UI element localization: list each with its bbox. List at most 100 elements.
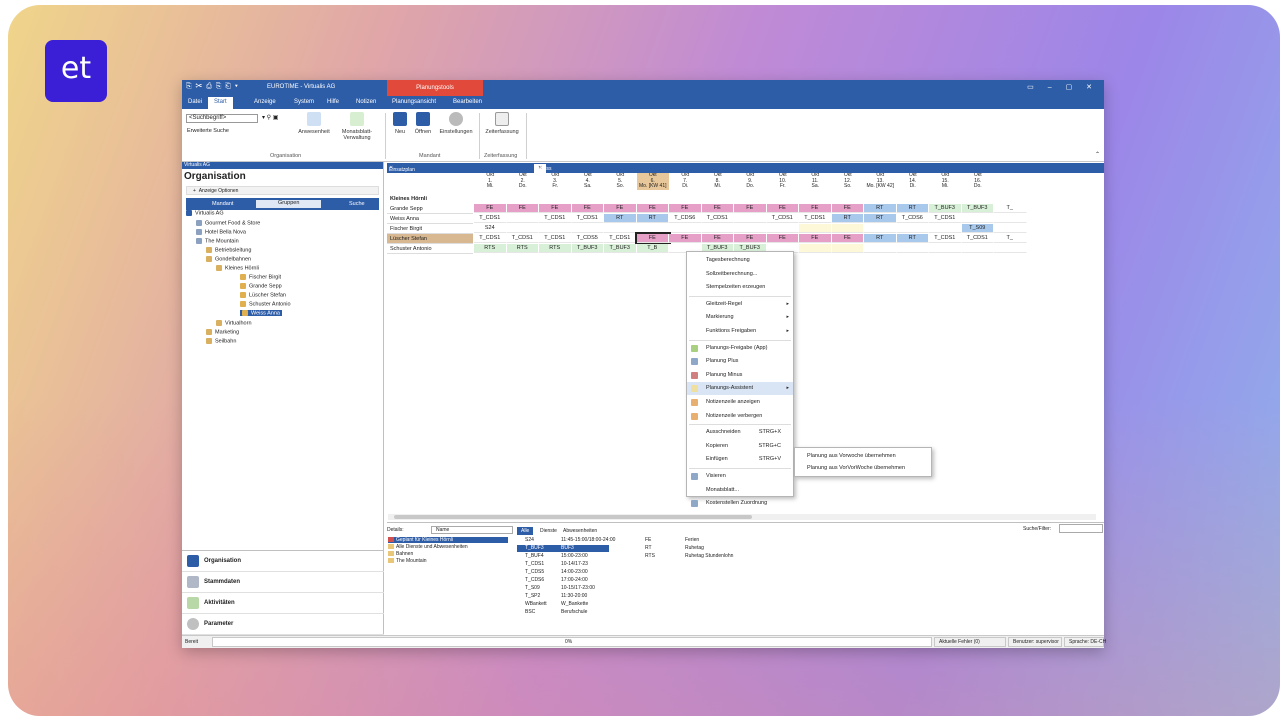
shift-cell[interactable]: FE xyxy=(506,204,539,213)
tree-node[interactable]: Kleines Hörnli xyxy=(216,265,259,271)
shift-cell[interactable]: RT xyxy=(896,234,929,243)
context-menu-item[interactable]: Monatsblatt... xyxy=(687,484,793,497)
shift-cell[interactable] xyxy=(799,244,832,253)
context-menu-item[interactable]: Einfügen STRG+V xyxy=(687,453,793,466)
tree-node[interactable]: Grande Sepp xyxy=(240,283,282,289)
shift-cell[interactable]: T_CDS1 xyxy=(539,214,572,223)
shift-cell[interactable]: RTS xyxy=(539,244,572,253)
tree-node[interactable]: Gourmet Food & Store xyxy=(196,220,260,226)
monatsblatt-button[interactable]: Monatsblatt-Verwaltung xyxy=(337,112,377,141)
menu-hilfe[interactable]: Hilfe xyxy=(327,99,339,105)
shift-cell[interactable]: T_BUF3 xyxy=(961,204,994,213)
extended-search-link[interactable]: Erweiterte Suche xyxy=(187,128,229,134)
shift-cell[interactable] xyxy=(896,224,929,233)
shift-cell[interactable]: RTS xyxy=(474,244,507,253)
tree-node[interactable]: Hotel Bella Nova xyxy=(196,229,246,235)
shift-cell[interactable]: T_CDS1 xyxy=(701,214,734,223)
shift-cell[interactable]: RT xyxy=(896,204,929,213)
collapse-ribbon-icon[interactable]: ⌃ xyxy=(1095,151,1100,158)
shift-cell[interactable]: T_CDS1 xyxy=(474,214,507,223)
row-label[interactable]: Lüscher Stefan xyxy=(387,234,473,244)
absence-item[interactable]: RT xyxy=(637,545,652,552)
tree-node[interactable]: Gondelbahnen xyxy=(206,256,251,262)
tab-gruppen[interactable]: Gruppen xyxy=(256,200,322,208)
search-input[interactable]: <Suchbegriff> xyxy=(186,114,258,123)
tree-node[interactable]: Schuster Antonio xyxy=(240,301,291,307)
detail-item[interactable]: Bahnen xyxy=(388,551,508,557)
shift-cell[interactable]: FE xyxy=(634,232,671,245)
nav-parameter[interactable]: Parameter xyxy=(182,614,384,635)
shift-cell[interactable]: FE xyxy=(571,204,604,213)
shift-cell[interactable]: FE xyxy=(734,234,767,243)
detail-item[interactable]: Alle Dienste und Abwesenheiten xyxy=(388,544,508,550)
shift-cell[interactable]: FE xyxy=(831,234,864,243)
tab-weiss-anna[interactable]: Weiss Anna ✕ xyxy=(534,164,552,178)
shift-cell[interactable] xyxy=(896,244,929,253)
einstellungen-button[interactable]: Einstellungen xyxy=(436,112,476,135)
context-menu-item[interactable]: Planung Minus xyxy=(687,369,793,382)
neu-button[interactable]: Neu xyxy=(390,112,410,135)
tree-node[interactable]: Fischer Birgit xyxy=(240,274,281,280)
tab-alle[interactable]: Alle xyxy=(517,527,534,535)
shift-cell[interactable] xyxy=(864,224,897,233)
menu-planungsansicht[interactable]: Planungsansicht xyxy=(392,99,436,105)
oeffnen-button[interactable]: Öffnen xyxy=(411,112,435,135)
shift-cell[interactable] xyxy=(929,224,962,233)
detail-item[interactable]: The Mountain xyxy=(388,558,508,564)
shift-cell[interactable]: T_CDS1 xyxy=(539,234,572,243)
shift-cell[interactable] xyxy=(831,224,864,233)
context-menu-item[interactable]: Planungs-Freigabe (App) xyxy=(687,342,793,355)
shift-cell[interactable] xyxy=(506,214,539,223)
shift-cell[interactable] xyxy=(604,224,637,233)
shift-cell[interactable]: T_CDS1 xyxy=(929,234,962,243)
shift-cell[interactable]: RT xyxy=(864,204,897,213)
shift-cell[interactable]: FE xyxy=(636,204,669,213)
shift-cell[interactable]: T_BUF3 xyxy=(571,244,604,253)
shift-cell[interactable]: T_CDS1 xyxy=(571,214,604,223)
context-menu-item[interactable]: Funktions Freigaben ▸ xyxy=(687,325,793,338)
tab-dienste[interactable]: Dienste xyxy=(540,528,557,534)
errors-indicator[interactable]: Aktuelle Fehler (0) xyxy=(934,637,1006,647)
shift-cell[interactable] xyxy=(961,214,994,223)
tab-einsatzplan[interactable]: Einsatzplan - Kleines Hörnli - 01.10.202… xyxy=(389,165,415,203)
shift-cell[interactable] xyxy=(961,244,994,253)
shift-cell[interactable]: FE xyxy=(669,234,702,243)
shift-cell[interactable]: T_CDS1 xyxy=(929,214,962,223)
tree-node[interactable]: Seilbahn xyxy=(206,338,236,344)
shift-cell[interactable]: T_CDS6 xyxy=(896,214,929,223)
tree-node[interactable]: Betriebsleitung xyxy=(206,247,251,253)
tree-node[interactable]: The Mountain xyxy=(196,238,239,244)
menu-start[interactable]: Start xyxy=(208,97,233,109)
shift-cell[interactable] xyxy=(701,224,734,233)
context-menu-item[interactable]: Sollzeitberechnung... xyxy=(687,268,793,281)
menu-datei[interactable]: Datei xyxy=(188,99,202,105)
row-label[interactable]: Fischer Birgit xyxy=(387,224,473,234)
menu-system[interactable]: System xyxy=(294,99,314,105)
context-menu-item[interactable]: Planungs-Assistent ▸ xyxy=(687,382,793,396)
shift-cell[interactable] xyxy=(831,244,864,253)
context-menu-item[interactable]: Stempelzeiten erzeugen xyxy=(687,281,793,294)
shift-cell[interactable] xyxy=(994,214,1027,223)
tab-suche[interactable]: Suche xyxy=(349,201,365,207)
shift-cell[interactable] xyxy=(734,224,767,233)
shift-cell[interactable] xyxy=(539,224,572,233)
scroll-thumb[interactable] xyxy=(394,515,752,519)
row-label[interactable]: Schuster Antonio xyxy=(387,244,473,254)
nav-stammdaten[interactable]: Stammdaten xyxy=(182,572,384,593)
shift-cell[interactable]: FE xyxy=(799,204,832,213)
shift-cell[interactable]: T_BUF3 xyxy=(929,204,962,213)
tab-mandant[interactable]: Mandant xyxy=(212,201,233,207)
shift-cell[interactable] xyxy=(636,224,669,233)
tree-node[interactable]: Virtualhorn xyxy=(216,320,252,326)
shift-cell[interactable] xyxy=(734,214,767,223)
zeiterfassung-button[interactable]: Zeiterfassung xyxy=(482,112,522,135)
context-menu-item[interactable]: Tagesberechnung xyxy=(687,254,793,267)
shift-cell[interactable]: T_CDS1 xyxy=(506,234,539,243)
shift-cell[interactable]: T_CDS5 xyxy=(571,234,604,243)
context-menu-item[interactable]: Kostenstellen Zuordnung xyxy=(687,497,793,510)
shift-cell[interactable]: FE xyxy=(604,204,637,213)
shift-cell[interactable]: FE xyxy=(701,204,734,213)
quick-access-toolbar[interactable]: ⎘ ✂ ⎙ ⎘ ⎗ ▾ xyxy=(186,83,239,91)
tree-node[interactable]: Marketing xyxy=(206,329,239,335)
shift-cell[interactable]: FE xyxy=(766,234,799,243)
